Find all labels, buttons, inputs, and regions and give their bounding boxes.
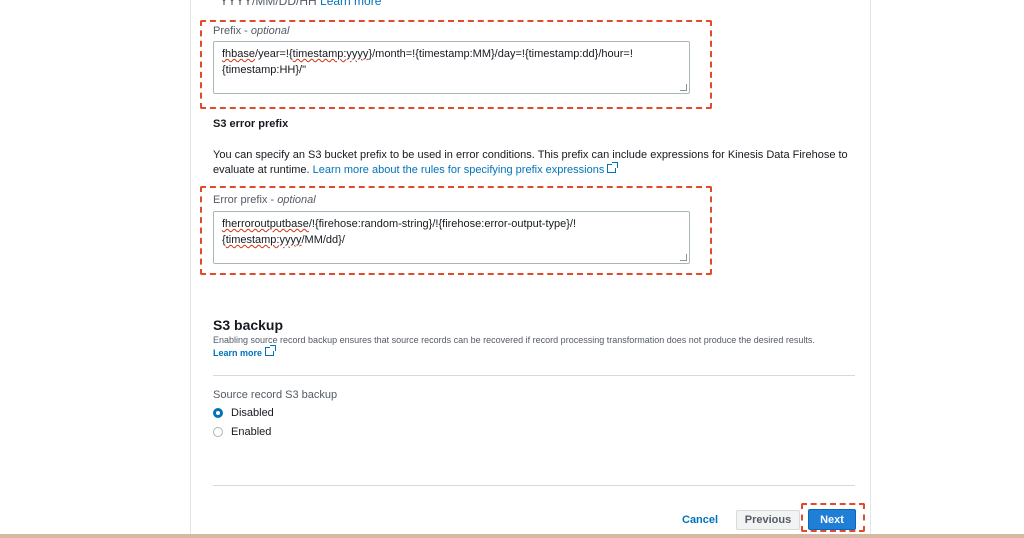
prefix-input[interactable]: fhbase/year=!{timestamp:yyyy}/month=!{ti… — [213, 41, 690, 94]
next-button[interactable]: Next — [808, 509, 856, 530]
s3-error-prefix-heading: S3 error prefix — [213, 118, 289, 130]
right-divider — [870, 0, 871, 538]
section-divider — [213, 375, 855, 376]
radio-button[interactable] — [213, 427, 223, 437]
error-prefix-label: Error prefix - optional — [213, 194, 316, 206]
prefix-value-line1: fhbase/year=!{timestamp:yyyy}/month=!{ti… — [222, 48, 633, 60]
radio-enabled[interactable]: Enabled — [213, 426, 271, 438]
radio-button-selected[interactable] — [213, 408, 223, 418]
external-link-icon — [265, 345, 277, 356]
source-backup-label: Source record S3 backup — [213, 389, 338, 401]
bottom-edge — [0, 534, 1024, 538]
radio-enabled-label: Enabled — [231, 426, 272, 438]
hint-format-text: YYYY/MM/DD/HH — [220, 0, 317, 8]
previous-button[interactable]: Previous — [736, 510, 800, 530]
cancel-button[interactable]: Cancel — [682, 514, 718, 526]
s3-backup-description: Enabling source record backup ensures th… — [213, 335, 815, 345]
external-link-icon — [607, 162, 619, 173]
left-gutter — [0, 0, 190, 538]
right-gutter — [870, 0, 1024, 538]
footer-divider — [213, 485, 855, 486]
prefix-rules-link[interactable]: Learn more about the rules for specifyin… — [313, 164, 605, 176]
prefix-label: Prefix - optional — [213, 25, 290, 37]
prefix-value-line2: {timestamp:HH}/" — [222, 64, 306, 76]
s3-backup-learn-more[interactable]: Learn more — [213, 345, 277, 358]
error-prefix-input[interactable]: fherroroutputbase/!{firehose:random-stri… — [213, 211, 690, 264]
resize-handle[interactable] — [680, 254, 687, 261]
s3-error-prefix-description: You can specify an S3 bucket prefix to b… — [213, 149, 848, 176]
s3-backup-heading: S3 backup — [213, 317, 284, 333]
hint-learn-more-link[interactable]: Learn more — [320, 0, 381, 8]
prefix-hint-cutoff: YYYY/MM/DD/HH Learn more — [220, 0, 381, 8]
error-prefix-value-line1: fherroroutputbase/!{firehose:random-stri… — [222, 218, 577, 230]
radio-disabled[interactable]: Disabled — [213, 407, 274, 419]
error-prefix-value-line2: {timestamp:yyyy/MM/dd}/ — [222, 234, 345, 246]
resize-handle[interactable] — [680, 84, 687, 91]
radio-disabled-label: Disabled — [231, 407, 274, 419]
